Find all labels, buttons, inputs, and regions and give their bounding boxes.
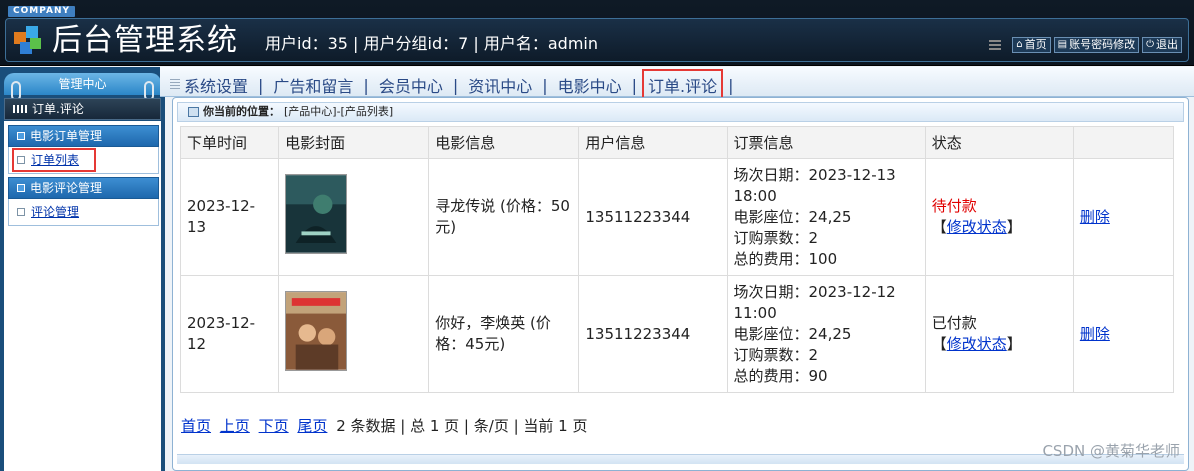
home-button[interactable]: ⌂ 首页 — [1012, 37, 1051, 53]
dots-icon — [13, 105, 27, 113]
next-page-link[interactable]: 下页 — [259, 417, 289, 435]
status-cell: 待付款 【修改状态】 — [924, 158, 1074, 276]
status-cell: 已付款 【修改状态】 — [924, 275, 1074, 393]
ticket-info: 场次日期：2023-12-12 11:00 电影座位：24,25 订购票数：2 … — [726, 275, 926, 393]
user-info: 用户id：35 | 用户分组id：7 | 用户名：admin — [265, 34, 599, 53]
home-icon: ⌂ — [1016, 39, 1023, 50]
header-links: ⌂ 首页 ▤ 账号密码修改 ⏻ 退出 — [989, 37, 1182, 53]
last-page-link[interactable]: 尾页 — [297, 417, 327, 435]
order-time: 2023-12-12 — [179, 275, 280, 393]
group-order-management: 电影订单管理 订单列表 — [8, 125, 159, 174]
sidebar-title: 管理中心 — [4, 73, 161, 101]
user-info-cell: 13511223344 — [578, 275, 728, 393]
movie-poster-image — [285, 291, 348, 371]
cubes-logo-icon — [14, 26, 41, 54]
group-title-order[interactable]: 电影订单管理 — [8, 125, 159, 147]
column-header: 下单时间 — [179, 126, 280, 159]
grip-icon — [989, 40, 1002, 50]
logout-button[interactable]: ⏻ 退出 — [1142, 37, 1182, 53]
group-comment-management: 电影评论管理 评论管理 — [8, 177, 159, 226]
tab-member-center[interactable]: 会员中心 — [377, 73, 445, 97]
column-header: 电影封面 — [278, 126, 430, 159]
movie-info: 寻龙传说 (价格：50元) — [428, 158, 580, 276]
movie-info: 你好，李焕英 (价格：45元) — [428, 275, 580, 393]
company-badge: COMPANY — [8, 6, 75, 17]
box-icon — [17, 184, 25, 192]
group-title-comment[interactable]: 电影评论管理 — [8, 177, 159, 199]
modify-status-link[interactable]: 修改状态 — [947, 335, 1007, 353]
power-icon: ⏻ — [1146, 39, 1154, 50]
table-row: 2023-12-12 你好，李焕英 (价格：45元) 13511223344 场… — [179, 275, 1175, 393]
grip-icon — [170, 79, 180, 91]
tab-system-settings[interactable]: 系统设置 — [182, 73, 250, 97]
pagination-summary: 2 条数据 | 总 1 页 | 条/页 | 当前 1 页 — [336, 417, 588, 435]
column-header: 用户信息 — [578, 126, 728, 159]
order-table: 下单时间 电影封面 电影信息 用户信息 订票信息 状态 2023-12-13 寻… — [179, 126, 1175, 393]
tab-news-center[interactable]: 资讯中心 — [466, 73, 534, 97]
breadcrumb: 你当前的位置： [产品中心]-[产品列表] — [177, 102, 1184, 122]
system-title: 后台管理系统 — [52, 23, 238, 58]
box-icon — [17, 132, 25, 140]
tab-movie-center[interactable]: 电影中心 — [556, 73, 624, 97]
movie-poster-image — [285, 174, 348, 254]
tab-orders-comments[interactable]: 订单.评论 — [642, 69, 724, 101]
content-footer — [177, 454, 1184, 464]
sidebar: 管理中心 订单.评论 电影订单管理 订单列表 电影评论管理 评论管理 — [0, 67, 165, 471]
order-time: 2023-12-13 — [179, 158, 280, 276]
table-row: 2023-12-13 寻龙传说 (价格：50元) 13511223344 场次日… — [179, 158, 1175, 276]
column-header: 状态 — [924, 126, 1074, 159]
window-icon — [188, 107, 199, 117]
column-header — [1072, 126, 1175, 159]
watermark: CSDN @黄菊华老师 — [1042, 442, 1180, 460]
delete-link[interactable]: 删除 — [1080, 208, 1110, 226]
sidebar-section[interactable]: 订单.评论 — [4, 98, 161, 120]
modify-status-link[interactable]: 修改状态 — [947, 218, 1007, 236]
sidebar-body: 电影订单管理 订单列表 电影评论管理 评论管理 — [4, 121, 161, 471]
form-icon: ▤ — [1057, 39, 1068, 50]
page-icon — [17, 208, 25, 216]
status-badge: 已付款 — [931, 314, 977, 332]
ticket-info: 场次日期：2023-12-13 18:00 电影座位：24,25 订购票数：2 … — [726, 158, 926, 276]
top-nav: 系统设置 | 广告和留言 | 会员中心 | 资讯中心 | 电影中心 | 订单.评论 | — [160, 67, 1194, 101]
sidebar-item-order-list[interactable]: 订单列表 — [12, 148, 96, 172]
main-content: 你当前的位置： [产品中心]-[产品列表] 下单时间 电影封面 电影信息 用户信… — [172, 97, 1189, 471]
column-header: 订票信息 — [726, 126, 926, 159]
page-icon — [17, 156, 25, 164]
status-badge: 待付款 — [931, 197, 977, 215]
column-header: 电影信息 — [428, 126, 580, 159]
table-header-row: 下单时间 电影封面 电影信息 用户信息 订票信息 状态 — [179, 126, 1175, 159]
pagination: 首页 上页 下页 尾页 2 条数据 | 总 1 页 | 条/页 | 当前 1 页 — [181, 415, 587, 436]
prev-page-link[interactable]: 上页 — [220, 417, 250, 435]
sidebar-item-comment-management[interactable]: 评论管理 — [15, 203, 152, 221]
tab-ads-messages[interactable]: 广告和留言 — [271, 73, 355, 97]
first-page-link[interactable]: 首页 — [181, 417, 211, 435]
user-info-cell: 13511223344 — [578, 158, 728, 276]
app-header: COMPANY 后台管理系统 用户id：35 | 用户分组id：7 | 用户名：… — [0, 0, 1194, 66]
delete-link[interactable]: 删除 — [1080, 325, 1110, 343]
change-password-button[interactable]: ▤ 账号密码修改 — [1053, 37, 1140, 53]
